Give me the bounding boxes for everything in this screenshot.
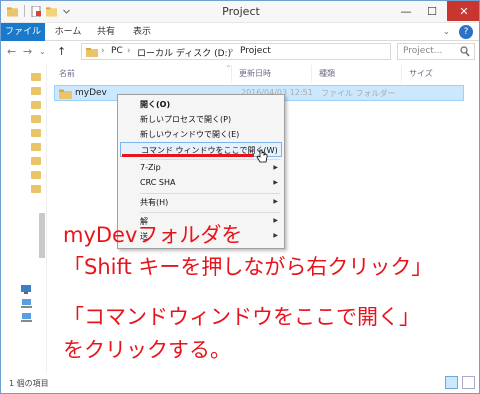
search-icon[interactable] xyxy=(460,46,470,57)
menu-item-label: 開く(O) xyxy=(140,100,171,109)
computer-icon[interactable] xyxy=(21,313,33,323)
submenu-arrow-icon: ▶ xyxy=(273,179,278,186)
column-type[interactable]: 種類 xyxy=(319,68,335,79)
menu-item-open-new-window[interactable]: 新しいウィンドウで開く(E) xyxy=(118,127,284,142)
folder-icon xyxy=(86,48,98,57)
menu-item-label: CRC SHA xyxy=(140,178,176,187)
ribbon-tabs: ファイル ホーム 共有 表示 ⌄ ? xyxy=(1,23,479,41)
column-name[interactable]: 名前 xyxy=(59,68,75,79)
navigation-scrollbar[interactable] xyxy=(39,213,45,258)
menu-item-open[interactable]: 開く(O) xyxy=(118,97,284,112)
menu-separator xyxy=(140,212,280,213)
breadcrumb-pc[interactable]: PC xyxy=(111,46,123,56)
breadcrumb-separator: › xyxy=(101,46,105,56)
submenu-arrow-icon: ▶ xyxy=(273,164,278,171)
maximize-button[interactable]: ☐ xyxy=(419,1,445,21)
tab-view[interactable]: 表示 xyxy=(127,23,157,41)
item-count: 1 個の項目 xyxy=(9,379,49,388)
tab-share[interactable]: 共有 xyxy=(91,23,121,41)
nav-folder-icon[interactable] xyxy=(31,171,41,179)
menu-item-label: 共有(H) xyxy=(140,198,169,207)
breadcrumb-project[interactable]: Project xyxy=(240,46,271,56)
nav-folder-icon[interactable] xyxy=(31,143,41,151)
navigation-pane xyxy=(1,63,47,373)
nav-folder-icon[interactable] xyxy=(31,157,41,165)
title-bar: Project — ☐ ✕ xyxy=(1,1,479,23)
tab-file[interactable]: ファイル xyxy=(1,23,45,41)
tab-home[interactable]: ホーム xyxy=(51,23,85,41)
menu-item-crc-sha[interactable]: CRC SHA ▶ xyxy=(118,176,284,191)
navigation-bar: ← → ⌄ ↑ › PC › ローカル ディスク (D:) › Project … xyxy=(1,41,479,63)
status-bar: 1 個の項目 xyxy=(1,373,479,393)
search-input[interactable]: Project... xyxy=(397,43,475,60)
computer-icon[interactable] xyxy=(21,299,33,309)
breadcrumb-separator: › xyxy=(230,46,234,56)
menu-item-share[interactable]: 共有(H) ▶ xyxy=(118,195,284,210)
nav-folder-icon[interactable] xyxy=(31,101,41,109)
annotation-line-3: 「コマンドウィンドウをここで開く」 xyxy=(63,305,420,329)
help-icon[interactable]: ? xyxy=(459,25,473,39)
up-icon[interactable]: ↑ xyxy=(57,45,66,58)
explorer-window: Project — ☐ ✕ ファイル ホーム 共有 表示 ⌄ ? ← → ⌄ ↑… xyxy=(0,0,480,394)
mouse-cursor-icon xyxy=(256,149,268,163)
menu-separator xyxy=(140,193,280,194)
file-name: myDev xyxy=(75,88,107,98)
forward-icon[interactable]: → xyxy=(23,45,32,58)
annotation-line-4: をクリックする。 xyxy=(63,338,231,362)
nav-folder-icon[interactable] xyxy=(31,87,41,95)
menu-item-label: 7-Zip xyxy=(140,163,161,172)
menu-item-7zip[interactable]: 7-Zip ▶ xyxy=(118,161,284,176)
close-button[interactable]: ✕ xyxy=(447,1,479,21)
column-headers: ^ 名前 更新日時 種類 サイズ xyxy=(51,65,471,83)
large-icons-view-icon[interactable] xyxy=(462,376,475,389)
annotation-line-1: myDevフォルダを xyxy=(63,223,243,247)
column-divider[interactable] xyxy=(401,65,402,83)
column-date[interactable]: 更新日時 xyxy=(239,68,271,79)
folder-icon xyxy=(59,89,72,99)
nav-folder-icon[interactable] xyxy=(31,115,41,123)
menu-item-label: 新しいウィンドウで開く(E) xyxy=(140,130,240,139)
column-divider[interactable] xyxy=(311,65,312,83)
nav-folder-icon[interactable] xyxy=(31,73,41,81)
expand-ribbon-icon[interactable]: ⌄ xyxy=(443,27,450,36)
search-placeholder: Project... xyxy=(403,46,443,56)
column-size[interactable]: サイズ xyxy=(409,68,433,79)
file-type: ファイル フォルダー xyxy=(321,89,396,98)
menu-item-label: 新しいプロセスで開く(P) xyxy=(140,115,232,124)
menu-item-open-new-process[interactable]: 新しいプロセスで開く(P) xyxy=(118,112,284,127)
nav-folder-icon[interactable] xyxy=(31,129,41,137)
back-icon[interactable]: ← xyxy=(7,45,16,58)
annotation-line-2: 「Shift キーを押しながら右クリック」 xyxy=(63,255,433,279)
submenu-arrow-icon: ▶ xyxy=(273,232,278,239)
breadcrumb-drive[interactable]: ローカル ディスク (D:) xyxy=(137,46,231,59)
minimize-button[interactable]: — xyxy=(393,1,419,21)
details-view-icon[interactable] xyxy=(445,376,458,389)
address-bar[interactable]: › PC › ローカル ディスク (D:) › Project ⌄ ↻ xyxy=(81,43,468,60)
column-divider[interactable] xyxy=(231,65,232,83)
highlight-underline xyxy=(122,154,254,157)
nav-folder-icon[interactable] xyxy=(31,185,41,193)
recent-locations-icon[interactable]: ⌄ xyxy=(39,47,46,56)
submenu-arrow-icon: ▶ xyxy=(273,217,278,224)
network-icon[interactable] xyxy=(21,285,33,295)
submenu-arrow-icon: ▶ xyxy=(273,198,278,205)
breadcrumb-separator: › xyxy=(127,46,131,56)
